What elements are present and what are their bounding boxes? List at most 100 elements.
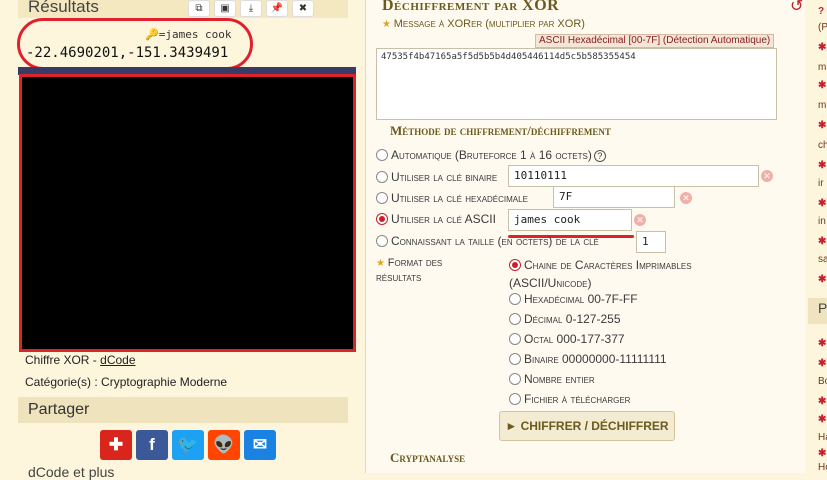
format-binary[interactable]: Binaire 00000000-11111111 xyxy=(509,352,667,366)
format-label: ★ Format des résultats xyxy=(376,256,486,285)
format-printable[interactable]: Chaine de Caractères Imprimables xyxy=(509,258,692,272)
ad-box xyxy=(19,74,356,352)
sidebar-bullet: ✱ xyxy=(818,80,827,91)
method-heading: Méthode de chiffrement/déchiffrement xyxy=(390,123,611,138)
option-binary[interactable]: Utiliser la clé binaire xyxy=(376,170,497,184)
option-hex-label: Utiliser la clé hexadécimale xyxy=(391,191,528,205)
format-printable-sub: (ASCII/Unicode) xyxy=(509,276,592,290)
sidebar-link-fragment[interactable]: sa xyxy=(818,254,827,265)
help-icon[interactable]: ? xyxy=(593,150,606,162)
sidebar-bullet: ✱ xyxy=(818,414,827,425)
encoding-badge[interactable]: ASCII Hexadécimal [00-7F] (Détection Aut… xyxy=(535,34,775,48)
sidebar-bullet: ✱ xyxy=(818,338,827,349)
share-reddit-button[interactable]: 👽 xyxy=(208,430,240,460)
format-octal-label: Octal 000-177-377 xyxy=(524,332,625,346)
category-text: Catégorie(s) : Cryptographie Moderne xyxy=(25,375,228,389)
format-integer[interactable]: Nombre entier xyxy=(509,372,595,386)
sidebar-bullet: ✱ xyxy=(818,274,827,285)
radio-format-file[interactable] xyxy=(509,393,521,405)
download-icon[interactable]: ⤓ xyxy=(240,0,262,17)
option-size[interactable]: Connaissant la taille (en octets) de la … xyxy=(376,234,599,248)
sidebar-bullet: ✱ xyxy=(818,236,827,247)
option-auto[interactable]: Automatique (Bruteforce 1 à 16 octets)? xyxy=(376,148,606,162)
share-email-button[interactable]: ✉ xyxy=(244,430,276,460)
cipher-name-prefix: Chiffre XOR - xyxy=(25,353,101,367)
sidebar-bullet: ✱ xyxy=(818,120,827,131)
format-hex-label: Hexadécimal 00-7F-FF xyxy=(524,292,638,306)
option-ascii-label: Utiliser la clé ASCII xyxy=(391,212,496,226)
results-header: Résultats ⧉ ▣ ⤓ 📌 ✖ xyxy=(18,0,348,18)
share-facebook-button[interactable]: f xyxy=(136,430,168,460)
option-size-label: Connaissant la taille (en octets) de la … xyxy=(391,234,599,248)
radio-format-printable[interactable] xyxy=(509,259,521,271)
star-icon: ★ xyxy=(376,258,388,269)
share-twitter-button[interactable]: 🐦 xyxy=(172,430,204,460)
format-decimal[interactable]: Décimal 0-127-255 xyxy=(509,312,621,326)
results-column: Résultats ⧉ ▣ ⤓ 📌 ✖ 🔑=james cook -22.469… xyxy=(0,0,365,480)
next-section-title: dCode et plus xyxy=(28,464,115,480)
reload-icon[interactable]: ↺ xyxy=(790,0,803,16)
option-binary-label: Utiliser la clé binaire xyxy=(391,170,498,184)
sidebar-link-fragment[interactable]: ch xyxy=(818,140,827,151)
radio-size[interactable] xyxy=(376,235,388,247)
format-octal[interactable]: Octal 000-177-377 xyxy=(509,332,625,346)
star-icon: ★ xyxy=(382,19,394,30)
message-label: ★ Message à XORer (multiplier par XOR) xyxy=(382,18,585,30)
close-icon[interactable]: ✖ xyxy=(292,0,314,17)
clear-binary-icon[interactable]: ✕ xyxy=(761,170,773,182)
radio-ascii[interactable] xyxy=(376,213,388,225)
cipher-name: Chiffre XOR - dCode xyxy=(25,353,136,367)
sidebar-link-fragment[interactable]: ir xyxy=(818,178,824,189)
sidebar-heading-fragment: P xyxy=(818,300,827,316)
sidebar-link-fragment[interactable]: ? xyxy=(818,6,824,17)
option-ascii[interactable]: Utiliser la clé ASCII xyxy=(376,212,496,226)
cryptanalysis-heading: Cryptanalyse xyxy=(390,450,466,465)
sidebar-link-fragment[interactable]: Bo xyxy=(818,376,827,387)
sidebar-bullet: ✱ xyxy=(818,396,827,407)
radio-auto[interactable] xyxy=(376,149,388,161)
option-hex[interactable]: Utiliser la clé hexadécimale xyxy=(376,191,528,205)
dcode-link[interactable]: dCode xyxy=(100,353,135,367)
clear-hex-icon[interactable]: ✕ xyxy=(680,192,692,204)
copy-icon[interactable]: ⧉ xyxy=(188,0,210,17)
hex-key-input[interactable]: 7F xyxy=(553,186,675,208)
sidebar-bullet: ✱ xyxy=(818,198,827,209)
share-addthis-button[interactable]: ✚ xyxy=(100,430,132,460)
binary-key-input[interactable]: 10110111 xyxy=(508,165,759,187)
sidebar-bullet: ✱ xyxy=(818,160,827,171)
format-binary-label: Binaire 00000000-11111111 xyxy=(524,352,667,366)
encrypt-decrypt-button[interactable]: ► CHIFFRER / DÉCHIFFRER xyxy=(499,411,675,441)
radio-format-integer[interactable] xyxy=(509,373,521,385)
radio-format-hex[interactable] xyxy=(509,293,521,305)
sidebar-bullet: ✱ xyxy=(818,448,827,459)
sidebar-link-fragment[interactable]: Ho xyxy=(818,462,827,473)
sidebar-link-fragment[interactable]: in xyxy=(818,216,826,227)
radio-format-binary[interactable] xyxy=(509,353,521,365)
page-title: Déchiffrement par XOR xyxy=(382,0,560,14)
clear-ascii-icon[interactable]: ✕ xyxy=(634,214,646,226)
message-textarea[interactable]: 47535f4b47165a5f5d5b5b4d405446114d5c5b58… xyxy=(376,48,777,120)
format-hex[interactable]: Hexadécimal 00-7F-FF xyxy=(509,292,638,306)
format-decimal-label: Décimal 0-127-255 xyxy=(524,312,621,326)
sidebar-link-fragment[interactable]: m xyxy=(818,100,826,111)
radio-format-octal[interactable] xyxy=(509,333,521,345)
share-header: Partager xyxy=(18,397,348,423)
ascii-key-input[interactable]: james cook xyxy=(508,209,632,231)
fullscreen-icon[interactable]: ▣ xyxy=(214,0,236,17)
radio-binary[interactable] xyxy=(376,171,388,183)
sidebar-bullet: ✱ xyxy=(818,42,827,53)
radio-hex[interactable] xyxy=(376,192,388,204)
format-file[interactable]: Fichier à télécharger xyxy=(509,392,630,406)
right-sidebar: ? (P ✱ m ✱ m ✱ ch ✱ ir ✱ in ✱ sa ✱ P ✱ ✱… xyxy=(806,0,827,473)
sidebar-bullet: ✱ xyxy=(818,358,827,369)
key-size-input[interactable]: 1 xyxy=(636,231,666,253)
message-label-text: Message à XORer (multiplier par XOR) xyxy=(393,18,585,30)
sidebar-link-fragment[interactable]: (P xyxy=(818,22,827,33)
format-file-label: Fichier à télécharger xyxy=(524,392,631,406)
radio-format-decimal[interactable] xyxy=(509,313,521,325)
pin-icon[interactable]: 📌 xyxy=(266,0,288,17)
format-printable-label: Chaine de Caractères Imprimables xyxy=(524,258,692,272)
sidebar-link-fragment[interactable]: Ha xyxy=(818,432,827,443)
sidebar-link-fragment[interactable]: m xyxy=(818,62,826,73)
highlight-oval xyxy=(17,18,253,70)
